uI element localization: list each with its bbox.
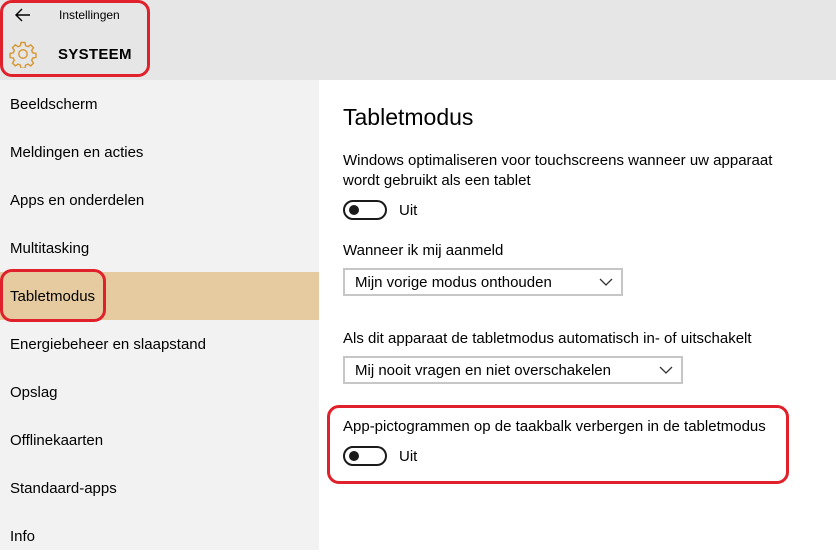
settings-content: Tabletmodus Windows optimaliseren voor t… [319, 80, 836, 550]
sidebar-item-energiebeheer[interactable]: Energiebeheer en slaapstand [0, 320, 319, 368]
hide-icons-toggle[interactable] [343, 446, 387, 466]
sidebar-item-apps[interactable]: Apps en onderdelen [0, 176, 319, 224]
signin-dropdown-value: Mijn vorige modus onthouden [355, 273, 552, 291]
page-title: Tabletmodus [343, 104, 474, 130]
sidebar-item-beeldscherm[interactable]: Beeldscherm [0, 80, 319, 128]
auto-switch-label: Als dit apparaat de tabletmodus automati… [343, 330, 752, 347]
sidebar-item-standaard-apps[interactable]: Standaard-apps [0, 464, 319, 512]
back-button[interactable] [10, 4, 36, 26]
title-bar: Instellingen SYSTEEM [0, 0, 836, 80]
auto-switch-dropdown-value: Mij nooit vragen en niet overschakelen [355, 361, 611, 379]
sidebar-item-label: Info [10, 527, 36, 545]
chevron-down-icon [659, 366, 673, 374]
sidebar-item-offlinekaarten[interactable]: Offlinekaarten [0, 416, 319, 464]
auto-switch-dropdown[interactable]: Mij nooit vragen en niet overschakelen [343, 356, 683, 384]
sidebar-item-multitasking[interactable]: Multitasking [0, 224, 319, 272]
sidebar-item-tabletmodus[interactable]: Tabletmodus [0, 272, 319, 320]
sidebar-nav: Beeldscherm Meldingen en acties Apps en … [0, 80, 319, 550]
app-title: Instellingen [59, 8, 120, 22]
sidebar-item-label: Meldingen en acties [10, 143, 144, 161]
signin-dropdown[interactable]: Mijn vorige modus onthouden [343, 268, 623, 296]
toggle-knob [349, 205, 359, 215]
sidebar-item-label: Energiebeheer en slaapstand [10, 335, 206, 353]
chevron-down-icon [599, 278, 613, 286]
hide-icons-description: App-pictogrammen op de taakbalk verberge… [343, 418, 766, 435]
sidebar-item-label: Standaard-apps [10, 479, 117, 497]
signin-label: Wanneer ik mij aanmeld [343, 242, 504, 259]
sidebar-item-label: Offlinekaarten [10, 431, 104, 449]
hide-icons-toggle-row: Uit [343, 446, 417, 466]
optimize-toggle[interactable] [343, 200, 387, 220]
sidebar-item-label: Opslag [10, 383, 58, 401]
section-title: SYSTEEM [58, 46, 132, 63]
sidebar-item-label: Multitasking [10, 239, 90, 257]
sidebar-item-label: Beeldscherm [10, 95, 98, 113]
optimize-toggle-state: Uit [399, 201, 418, 219]
optimize-toggle-row: Uit [343, 200, 417, 220]
back-arrow-icon [15, 8, 30, 22]
toggle-knob [349, 451, 359, 461]
hide-icons-toggle-state: Uit [399, 447, 418, 465]
gear-icon [9, 41, 37, 68]
sidebar-item-opslag[interactable]: Opslag [0, 368, 319, 416]
sidebar-item-label: Apps en onderdelen [10, 191, 145, 209]
sidebar-item-meldingen[interactable]: Meldingen en acties [0, 128, 319, 176]
optimize-description: Windows optimaliseren voor touchscreens … [343, 152, 773, 189]
sidebar-item-label: Tabletmodus [10, 287, 96, 305]
sidebar-item-info[interactable]: Info [0, 512, 319, 560]
